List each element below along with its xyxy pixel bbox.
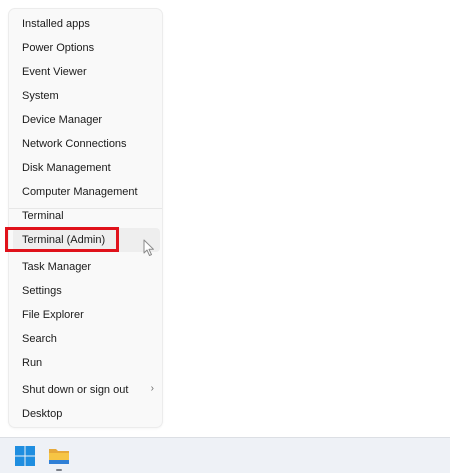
menu-item-event-viewer[interactable]: Event Viewer	[13, 60, 160, 84]
menu-item-power-options[interactable]: Power Options	[13, 36, 160, 60]
menu-item-terminal[interactable]: Terminal	[13, 204, 160, 228]
taskbar	[0, 437, 450, 473]
mouse-cursor-icon	[143, 239, 154, 256]
menu-item-disk-management[interactable]: Disk Management	[13, 156, 160, 180]
menu-item-run[interactable]: Run	[13, 351, 160, 375]
windows-start-icon[interactable]	[14, 445, 36, 467]
menu-item-installed-apps[interactable]: Installed apps	[13, 12, 160, 36]
menu-item-desktop[interactable]: Desktop	[13, 402, 160, 426]
menu-item-task-manager[interactable]: Task Manager	[13, 255, 160, 279]
menu-item-shut-down-or-sign-out[interactable]: Shut down or sign out ›	[13, 378, 160, 402]
chevron-right-icon: ›	[150, 383, 154, 394]
menu-item-device-manager[interactable]: Device Manager	[13, 108, 160, 132]
menu-item-terminal-admin[interactable]: Terminal (Admin)	[13, 228, 160, 252]
menu-item-search[interactable]: Search	[13, 327, 160, 351]
menu-item-label: Shut down or sign out	[22, 384, 129, 396]
menu-item-computer-management[interactable]: Computer Management	[13, 180, 160, 204]
quick-link-menu: Installed apps Power Options Event Viewe…	[8, 8, 163, 428]
file-explorer-icon[interactable]	[48, 445, 70, 467]
menu-item-network-connections[interactable]: Network Connections	[13, 132, 160, 156]
menu-item-system[interactable]: System	[13, 84, 160, 108]
menu-item-file-explorer[interactable]: File Explorer	[13, 303, 160, 327]
running-indicator	[56, 469, 62, 471]
desktop: Installed apps Power Options Event Viewe…	[0, 0, 450, 437]
menu-item-settings[interactable]: Settings	[13, 279, 160, 303]
